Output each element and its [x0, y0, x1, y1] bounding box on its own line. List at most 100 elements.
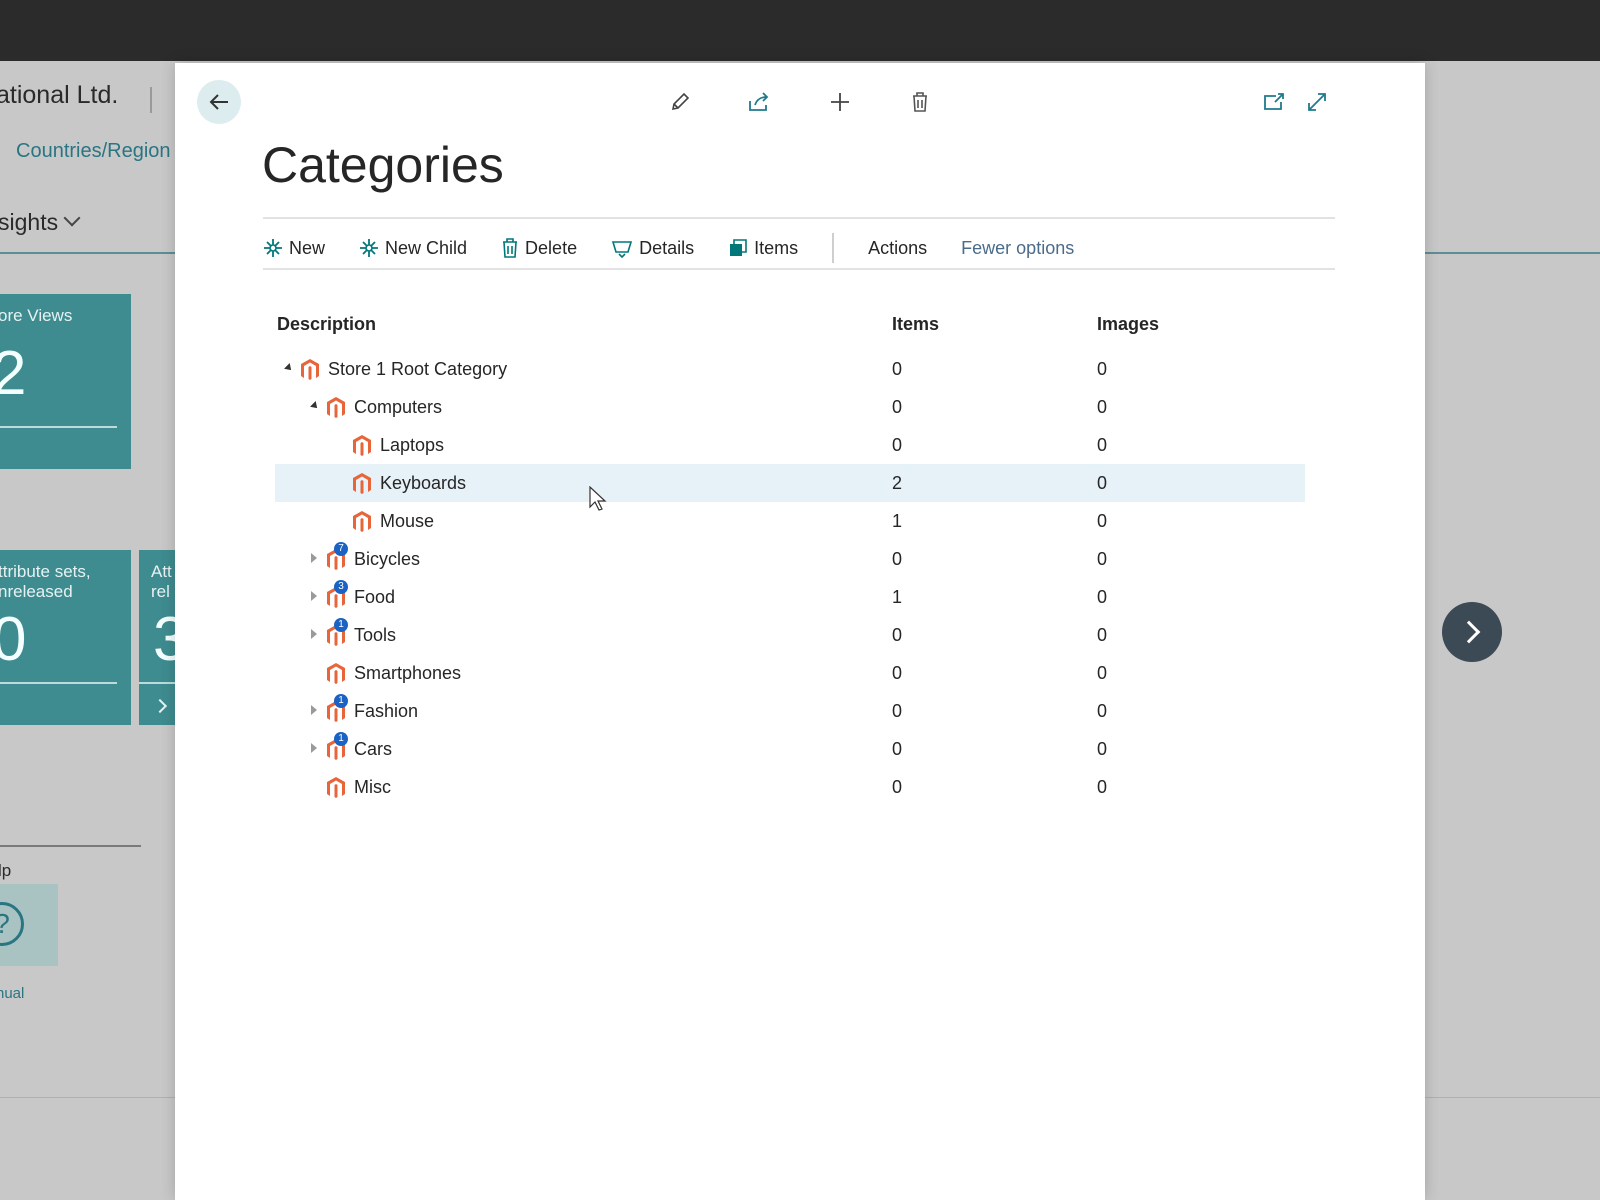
- category-icon: 1: [326, 694, 348, 722]
- help-label: lp: [0, 861, 12, 880]
- fewer-options-label: Fewer options: [961, 237, 1075, 258]
- cell-description[interactable]: Bicycles: [354, 549, 420, 570]
- table-row[interactable]: Smartphones 0 0: [275, 654, 1305, 692]
- table-row[interactable]: 1 Tools 0 0: [275, 616, 1305, 654]
- cell-description[interactable]: Store 1 Root Category: [328, 359, 507, 380]
- cell-images: 0: [1097, 511, 1108, 531]
- back-button[interactable]: [197, 80, 241, 124]
- expand-arrow-icon[interactable]: [311, 705, 317, 715]
- table-row[interactable]: Mouse 1 0: [275, 502, 1305, 540]
- details-action[interactable]: Details: [611, 238, 694, 259]
- cell-description[interactable]: Mouse: [380, 511, 434, 532]
- edit-button[interactable]: [667, 89, 693, 115]
- expand-arrow-icon[interactable]: [311, 591, 317, 601]
- cell-description[interactable]: Food: [354, 587, 395, 608]
- tile-label: Att rel: [151, 562, 172, 601]
- chevron-right-icon: [1457, 620, 1481, 644]
- cell-items[interactable]: 0: [892, 701, 902, 722]
- expand-arrow-icon[interactable]: [311, 553, 317, 563]
- new-action[interactable]: New: [263, 238, 325, 259]
- new-child-action[interactable]: New Child: [359, 238, 467, 259]
- column-header-description[interactable]: Description: [277, 314, 376, 335]
- table-row[interactable]: 1 Cars 0 0: [275, 730, 1305, 768]
- category-icon: 1: [326, 618, 348, 646]
- cell-images: 0: [1097, 777, 1108, 797]
- table-row[interactable]: Keyboards 2 0: [275, 464, 1305, 502]
- tile-value: 0: [0, 605, 27, 674]
- cell-description[interactable]: Computers: [354, 397, 442, 418]
- table-row[interactable]: 7 Bicycles 0 0: [275, 540, 1305, 578]
- categories-table: Description Items Images Store 1 Root Ca…: [275, 308, 1305, 806]
- items-action[interactable]: Items: [728, 238, 798, 259]
- expand-icon: [1308, 93, 1326, 111]
- category-icon: [352, 434, 372, 456]
- count-badge: 3: [334, 580, 348, 594]
- table-row[interactable]: Misc 0 0: [275, 768, 1305, 806]
- table-row[interactable]: 1 Fashion 0 0: [275, 692, 1305, 730]
- category-icon: 7: [326, 542, 348, 570]
- categories-dialog: Categories New New Child Delete Details …: [175, 63, 1425, 1200]
- actions-menu[interactable]: Actions: [868, 238, 927, 259]
- column-header-items[interactable]: Items: [892, 314, 939, 335]
- cell-items[interactable]: 0: [892, 397, 902, 418]
- expand-button[interactable]: [1304, 89, 1330, 115]
- cell-items[interactable]: 0: [892, 435, 902, 456]
- cell-items[interactable]: 1: [892, 587, 902, 608]
- cell-description[interactable]: Fashion: [354, 701, 418, 722]
- category-icon: [326, 776, 346, 798]
- fewer-options-button[interactable]: Fewer options: [961, 238, 1074, 259]
- cell-items[interactable]: 0: [892, 739, 902, 760]
- table-header: Description Items Images: [275, 308, 1305, 350]
- table-row[interactable]: Computers 0 0: [275, 388, 1305, 426]
- table-row[interactable]: 3 Food 1 0: [275, 578, 1305, 616]
- cell-description[interactable]: Cars: [354, 739, 392, 760]
- cell-description[interactable]: Keyboards: [380, 473, 466, 494]
- column-header-images[interactable]: Images: [1097, 314, 1159, 335]
- action-bar: New New Child Delete Details Items Actio…: [263, 228, 1108, 268]
- tile-attribute-sets[interactable]: ttribute sets, nreleased 0: [0, 550, 131, 725]
- delete-action[interactable]: Delete: [501, 238, 577, 259]
- cell-images: 0: [1097, 663, 1108, 683]
- count-badge: 1: [334, 694, 348, 708]
- delete-action-label: Delete: [525, 237, 578, 258]
- nav-link-countries[interactable]: Countries/Region: [16, 140, 171, 163]
- cell-items[interactable]: 0: [892, 625, 902, 646]
- expand-arrow-icon[interactable]: [311, 743, 317, 753]
- open-new-window-icon: [1264, 93, 1284, 110]
- table-row[interactable]: Store 1 Root Category 0 0: [275, 350, 1305, 388]
- cell-items[interactable]: 0: [892, 663, 902, 684]
- delete-button[interactable]: [907, 89, 933, 115]
- cell-items[interactable]: 1: [892, 511, 902, 532]
- trash-icon: [503, 238, 518, 258]
- company-name[interactable]: ational Ltd.: [0, 81, 118, 110]
- category-icon: 1: [326, 732, 348, 760]
- help-tile[interactable]: ?: [0, 884, 58, 966]
- question-icon: ?: [0, 902, 24, 946]
- cell-description[interactable]: Misc: [354, 777, 391, 798]
- cell-description[interactable]: Smartphones: [354, 663, 461, 684]
- open-new-window-button[interactable]: [1261, 89, 1287, 115]
- arrow-left-icon: [209, 94, 228, 110]
- category-icon: [326, 662, 346, 684]
- cell-items[interactable]: 2: [892, 473, 902, 494]
- new-child-action-label: New Child: [385, 237, 468, 258]
- expand-arrow-icon[interactable]: [311, 629, 317, 639]
- next-button[interactable]: [1442, 602, 1502, 662]
- cell-items[interactable]: 0: [892, 549, 902, 570]
- table-row[interactable]: Laptops 0 0: [275, 426, 1305, 464]
- sparkle-icon: [264, 239, 282, 257]
- cell-description[interactable]: Tools: [354, 625, 396, 646]
- tile-store-views[interactable]: ore Views 2: [0, 294, 131, 469]
- count-badge: 1: [334, 732, 348, 746]
- cell-items[interactable]: 0: [892, 359, 902, 380]
- collapse-arrow-icon[interactable]: [284, 363, 294, 373]
- edit-icon: [671, 92, 690, 111]
- insights-menu[interactable]: sights: [0, 209, 81, 236]
- insights-label: sights: [0, 209, 59, 235]
- share-button[interactable]: [746, 89, 772, 115]
- cell-items[interactable]: 0: [892, 777, 902, 798]
- new-button[interactable]: [827, 89, 853, 115]
- manual-link[interactable]: nual: [0, 985, 24, 1002]
- collapse-arrow-icon[interactable]: [310, 401, 320, 411]
- cell-description[interactable]: Laptops: [380, 435, 444, 456]
